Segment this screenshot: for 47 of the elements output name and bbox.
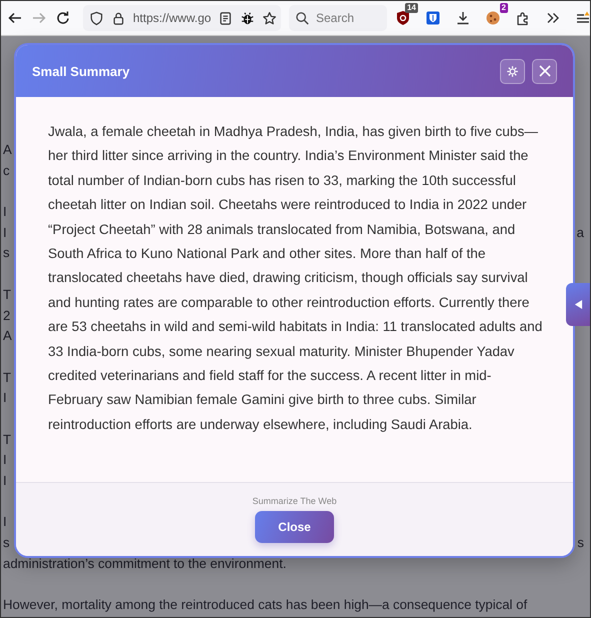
article-text: a xyxy=(576,224,584,242)
article-text: s xyxy=(577,534,584,552)
article-text: administration’s commitment to the environment. xyxy=(3,554,286,573)
search-input[interactable]: Search xyxy=(316,11,376,25)
article-text: I xyxy=(3,451,7,470)
article-text: T xyxy=(3,368,12,387)
close-icon xyxy=(536,63,552,79)
search-icon xyxy=(295,10,310,26)
article-text: A xyxy=(3,141,12,159)
side-panel-tab[interactable] xyxy=(566,283,590,326)
article-text: I xyxy=(3,472,7,490)
shield-icon[interactable] xyxy=(425,10,441,26)
settings-button[interactable] xyxy=(500,58,525,84)
summary-text: Jwala, a female cheetah in Madhya Pradesh, India, has given birth to five cubs—her third litter since arriving in the country. India’s Environment Minister said the total number of Indian-born cubs has risen to 33, marking the 10th successful cheetah litter on Indian soil. Cheetahs were reintroduced to India in 2022 under “Project Cheetah” with 28 animals translocated from Namibia, Botswana, and South Africa to Kuno National Park and other sites. More than half of the translocated cheetahs have died, drawing criticism, though officials say survival and hunting rates are comparable to other reintroduction efforts. Currently there are 53 cheetahs in wild and semi-wild habitats in India: 11 translocated adults and 33 India-born cubs, some nearing sexual maturity. Minister Bhupender Yadav credited veterinarians and field staff for the success. A recent litter in mid-February saw Namibian female Gamini give birth to three cubs. Similar reintroduction efforts are underway elsewhere, including Saudi Arabia. xyxy=(48,123,543,434)
dialog-title: Small Summary xyxy=(32,64,130,78)
article-text: I xyxy=(3,203,7,222)
article-text: I xyxy=(3,513,7,532)
search-field[interactable]: Search xyxy=(289,5,387,31)
download-icon[interactable] xyxy=(455,10,471,26)
article-text: I xyxy=(3,389,7,408)
address-bar[interactable]: https://www.go xyxy=(83,5,281,31)
reader-view-icon[interactable] xyxy=(218,10,234,26)
url-text: https://www.go xyxy=(133,11,212,25)
shield-icon[interactable] xyxy=(395,10,411,26)
article-text: T xyxy=(3,430,12,449)
close-button[interactable] xyxy=(532,58,557,84)
bug-icon[interactable] xyxy=(240,10,256,26)
cookie-icon[interactable] xyxy=(485,10,501,26)
star-icon[interactable] xyxy=(262,10,278,26)
article-text: T xyxy=(3,286,12,304)
article-text: s xyxy=(3,534,10,552)
lock-icon xyxy=(111,10,126,26)
footer-label: Summarize The Web xyxy=(252,496,337,506)
article-text: I xyxy=(3,224,7,242)
shield-icon xyxy=(89,10,104,26)
reload-icon[interactable] xyxy=(55,10,71,26)
back-icon[interactable] xyxy=(7,10,23,26)
gear-icon xyxy=(506,64,519,78)
article-text: However, mortality among the reintroduced cats has been high—a consequence typical of xyxy=(3,596,528,614)
close-button[interactable]: Close xyxy=(255,511,334,543)
article-text: 2 xyxy=(3,306,10,324)
count-badge: 2 xyxy=(500,3,508,13)
triangle-left-icon xyxy=(574,299,582,310)
article-text: c xyxy=(3,162,10,180)
article-text: s xyxy=(3,244,10,262)
article-text: A xyxy=(3,327,12,346)
count-badge: 14 xyxy=(405,3,418,13)
